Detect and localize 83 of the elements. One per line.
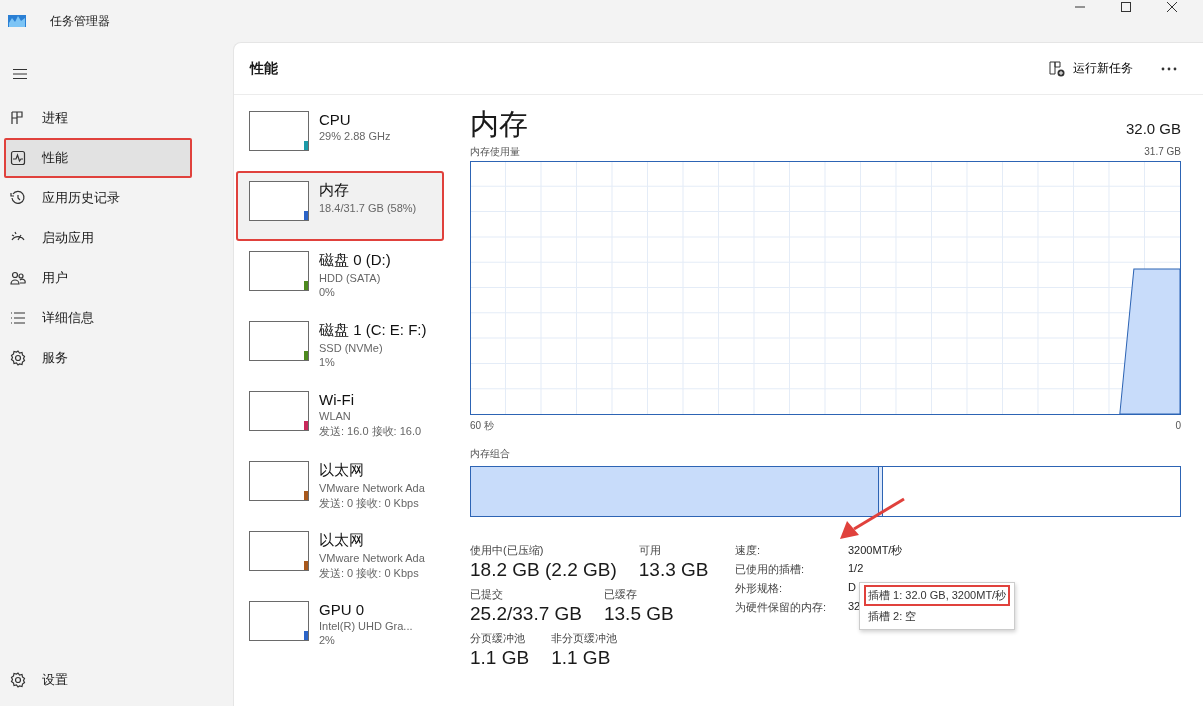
- time-axis-label: 0: [1175, 420, 1181, 431]
- stat-label: 已提交: [470, 587, 504, 602]
- property-value: 1/2: [848, 562, 864, 576]
- stat-value: 1.1 GB: [470, 647, 530, 669]
- device-info: 1%: [319, 356, 336, 368]
- window-title: 任务管理器: [50, 12, 111, 30]
- device-item[interactable]: GPU 0 Intel(R) UHD Gra... 2%: [236, 591, 444, 661]
- stat-label: 分页缓冲池: [470, 631, 526, 646]
- menu-icon: [13, 69, 27, 79]
- stat-label: 可用: [638, 543, 662, 558]
- device-name: 磁盘 1 (C: E: F:): [319, 321, 427, 340]
- minimize-icon: [1075, 6, 1085, 8]
- run-task-button[interactable]: 运行新任务: [1043, 54, 1139, 83]
- device-name: GPU 0: [319, 601, 365, 618]
- device-item[interactable]: 磁盘 1 (C: E: F:) SSD (NVMe) 1%: [236, 311, 444, 381]
- property-label: 为硬件保留的内存:: [735, 600, 828, 615]
- device-info: 18.4/31.7 GB (58%): [319, 202, 417, 214]
- stat-label: 使用中(已压缩): [470, 543, 545, 558]
- property-value: 32: [848, 600, 861, 614]
- device-name: 磁盘 0 (D:): [319, 251, 391, 270]
- device-info: Intel(R) UHD Gra...: [319, 620, 413, 632]
- device-info: 0%: [319, 286, 336, 298]
- device-item[interactable]: CPU 29% 2.88 GHz: [236, 101, 444, 171]
- stat-value: 13.3 GB: [638, 559, 709, 581]
- device-name: 内存: [319, 181, 350, 200]
- device-info: WLAN: [319, 410, 352, 422]
- processes-icon: [10, 110, 26, 126]
- nav-item[interactable]: 服务: [4, 338, 192, 378]
- device-name: 以太网: [319, 461, 365, 480]
- device-name: Wi-Fi: [319, 391, 355, 408]
- stat-value: 13.5 GB: [603, 603, 674, 625]
- property-value: 3200MT/秒: [848, 543, 903, 558]
- device-info: 2%: [319, 634, 336, 646]
- performance-icon: [10, 150, 26, 166]
- nav-item[interactable]: 用户: [4, 258, 192, 298]
- time-axis-label: 60 秒: [470, 419, 494, 433]
- stat-label: 已缓存: [603, 587, 638, 602]
- composition-label: 内存组合: [470, 447, 510, 461]
- stat-label: 非分页缓冲池: [551, 631, 618, 646]
- device-info: VMware Network Ada: [319, 552, 425, 564]
- device-item[interactable]: Wi-Fi WLAN 发送: 16.0 接收: 16.0: [236, 381, 444, 451]
- usage-label: 内存使用量: [470, 145, 520, 159]
- maximize-icon: [1121, 2, 1131, 12]
- device-item[interactable]: 内存 18.4/31.7 GB (58%): [236, 171, 444, 241]
- device-item[interactable]: 磁盘 0 (D:) HDD (SATA) 0%: [236, 241, 444, 311]
- device-item[interactable]: 以太网 VMware Network Ada 发送: 0 接收: 0 Kbps: [236, 451, 444, 521]
- device-name: CPU: [319, 111, 352, 128]
- device-info: 发送: 0 接收: 0 Kbps: [319, 566, 420, 581]
- device-info: HDD (SATA): [319, 272, 382, 284]
- property-value: D: [848, 581, 856, 595]
- nav-item[interactable]: 性能: [4, 138, 192, 178]
- property-label: 外形规格:: [735, 581, 784, 596]
- nav-item[interactable]: 启动应用: [4, 218, 192, 258]
- services-icon: [10, 350, 26, 366]
- device-info: VMware Network Ada: [319, 482, 425, 494]
- close-icon: [1167, 2, 1177, 12]
- history-icon: [10, 190, 26, 206]
- device-info: SSD (NVMe): [319, 342, 384, 354]
- device-info: 发送: 0 接收: 0 Kbps: [319, 496, 420, 511]
- more-icon: [1161, 66, 1177, 71]
- device-name: 以太网: [319, 531, 365, 550]
- nav-item[interactable]: 详细信息: [4, 298, 192, 338]
- app-logo-icon: [8, 15, 26, 27]
- device-info: 29% 2.88 GHz: [319, 130, 391, 142]
- property-label: 速度:: [735, 543, 762, 558]
- users-icon: [10, 270, 26, 286]
- details-icon: [10, 310, 26, 326]
- page-title: 性能: [250, 59, 279, 78]
- device-item[interactable]: 以太网 VMware Network Ada 发送: 0 接收: 0 Kbps: [236, 521, 444, 591]
- device-info: 发送: 16.0 接收: 16.0: [319, 424, 422, 439]
- nav-item[interactable]: 应用历史记录: [4, 178, 192, 218]
- total-memory: 32.0 GB: [1125, 120, 1181, 137]
- settings-item[interactable]: 设置: [4, 660, 192, 700]
- nav-item[interactable]: 进程: [4, 98, 192, 138]
- detail-title: 内存: [470, 107, 528, 142]
- stat-value: 1.1 GB: [551, 647, 612, 669]
- services-icon: [10, 672, 26, 688]
- tooltip-line: 插槽 2: 空: [867, 609, 918, 624]
- usage-max: 31.7 GB: [1144, 146, 1181, 157]
- stat-value: 18.2 GB (2.2 GB): [470, 559, 617, 581]
- stat-value: 25.2/33.7 GB: [470, 603, 582, 625]
- new-task-icon: [1049, 60, 1065, 77]
- property-label: 已使用的插槽:: [735, 562, 806, 577]
